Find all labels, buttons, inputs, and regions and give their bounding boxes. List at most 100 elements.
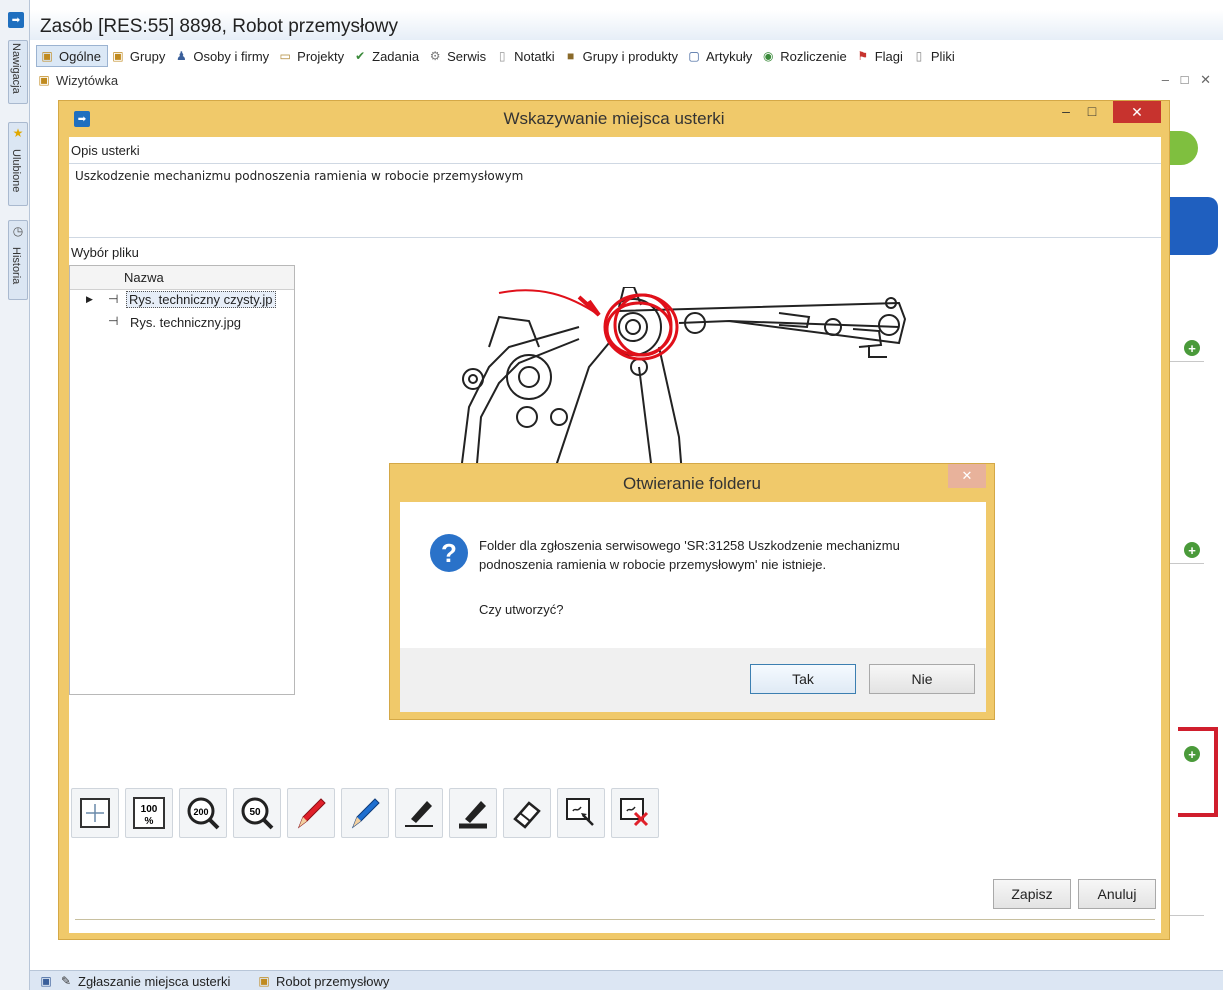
select-area-button[interactable] <box>557 788 605 838</box>
save-button[interactable]: Zapisz <box>993 879 1071 909</box>
maximize-button[interactable]: □ <box>1079 103 1105 123</box>
divider <box>1170 915 1204 916</box>
people-icon: ♟ <box>175 49 187 63</box>
side-navigation-strip: ➡ Nawigacja ★ Ulubione ◷ Historia <box>0 0 30 990</box>
marker-thin-button[interactable] <box>395 788 443 838</box>
tab-label: Grupy i produkty <box>582 48 678 64</box>
dialog-titlebar: ➡ Wskazywanie miejsca usterki – □ ✕ <box>59 101 1169 135</box>
file-icon: ▯ <box>915 49 923 63</box>
question-icon: ? <box>430 534 468 572</box>
current-row-icon: ▶ <box>86 294 93 304</box>
taskbar-item-robot[interactable]: ▣ Robot przemysłowy <box>256 973 389 989</box>
dialog-title: Wskazywanie miejsca usterki <box>503 109 725 128</box>
tab-flagi[interactable]: ⚑ Flagi <box>853 45 909 67</box>
select-area-icon <box>566 798 594 826</box>
divider <box>69 237 1161 238</box>
file-grid[interactable]: Nazwa ▶ ⊣ Rys. techniczny czysty.jp ⊣ Ry… <box>69 265 295 695</box>
subtab-wizytowka[interactable]: ▣ Wizytówka <box>36 72 118 88</box>
pin-icon: ⊣ <box>108 314 119 328</box>
svg-text:%: % <box>145 816 154 827</box>
open-folder-messagebox: Otwieranie folderu ✕ ? Folder dla zgłosz… <box>389 463 995 720</box>
blue-pen-icon <box>351 798 380 829</box>
tab-grupy[interactable]: ▣ Grupy <box>108 45 171 67</box>
status-check-icon <box>1170 131 1198 165</box>
tab-label: Notatki <box>514 48 555 64</box>
opis-textarea[interactable]: Uszkodzenie mechanizmu podnoszenia ramie… <box>75 169 523 183</box>
column-header-nazwa[interactable]: Nazwa <box>124 270 164 285</box>
zoom-100-button[interactable]: 100 % <box>125 788 173 838</box>
fit-to-window-icon <box>80 798 110 828</box>
tab-osoby-i-firmy[interactable]: ♟ Osoby i firmy <box>171 45 275 67</box>
tab-rozliczenie[interactable]: ◉ Rozliczenie <box>758 45 852 67</box>
flag-icon: ⚑ <box>857 49 869 63</box>
tab-label: Zadania <box>372 48 420 64</box>
blue-panel-block <box>1170 197 1218 255</box>
zoom-50-icon: 50 <box>241 797 274 830</box>
tab-artykuly[interactable]: ▢ Artykuły <box>684 45 758 67</box>
opis-label: Opis usterki <box>71 143 140 158</box>
cancel-button[interactable]: Anuluj <box>1078 879 1156 909</box>
clock-icon: ◷ <box>12 224 24 238</box>
divider <box>1170 563 1204 564</box>
tab-label: Flagi <box>874 48 903 64</box>
side-tab-nawigacja[interactable]: Nawigacja <box>8 40 28 104</box>
blue-pen-button[interactable] <box>341 788 389 838</box>
subtab-label: Wizytówka <box>56 72 119 88</box>
pencil-icon: ✎ <box>60 974 72 988</box>
fit-to-window-button[interactable] <box>71 788 119 838</box>
yes-button[interactable]: Tak <box>750 664 856 694</box>
marker-thick-button[interactable] <box>449 788 497 838</box>
close-button[interactable]: ✕ <box>1113 101 1161 123</box>
file-name[interactable]: Rys. techniczny czysty.jp <box>126 291 276 308</box>
no-button[interactable]: Nie <box>869 664 975 694</box>
marker-thin-icon <box>405 801 433 827</box>
tab-label: Ogólne <box>59 48 101 64</box>
divider <box>1170 361 1204 362</box>
tab-ogolne[interactable]: ▣ Ogólne <box>36 45 108 67</box>
minimize-button[interactable]: – <box>1053 103 1079 123</box>
table-row[interactable]: ▶ ⊣ Rys. techniczny czysty.jp <box>70 290 294 312</box>
panel-window-controls[interactable]: – □ ✕ <box>1162 72 1215 88</box>
zoom-200-button[interactable]: 200 <box>179 788 227 838</box>
right-side-panel: + + + <box>1170 95 1223 945</box>
tab-serwis[interactable]: ⚙ Serwis <box>425 45 492 67</box>
wybor-label: Wybór pliku <box>71 245 139 260</box>
billing-icon: ◉ <box>762 49 774 63</box>
tab-notatki[interactable]: ▯ Notatki <box>492 45 560 67</box>
card-icon: ▣ <box>38 73 50 87</box>
tab-label: Pliki <box>930 48 955 64</box>
service-icon: ⚙ <box>429 49 441 63</box>
tab-label: Rozliczenie <box>780 48 847 64</box>
note-icon: ▯ <box>498 49 506 63</box>
file-name[interactable]: Rys. techniczny.jpg <box>130 315 241 330</box>
clear-selection-icon <box>620 798 649 827</box>
side-tab-ulubione[interactable]: ★ Ulubione <box>8 122 28 206</box>
tab-label: Projekty <box>297 48 345 64</box>
tab-zadania[interactable]: ✔ Zadania <box>350 45 425 67</box>
divider <box>69 163 1161 164</box>
nav-arrow-icon[interactable]: ➡ <box>8 12 24 28</box>
folder-icon: ▭ <box>279 49 291 63</box>
tab-pliki[interactable]: ▯ Pliki <box>909 45 961 67</box>
side-tab-historia[interactable]: ◷ Historia <box>8 220 28 300</box>
clear-selection-button[interactable] <box>611 788 659 838</box>
eraser-button[interactable] <box>503 788 551 838</box>
box-icon: ■ <box>566 49 575 63</box>
card-icon: ▣ <box>258 974 270 988</box>
add-icon[interactable]: + <box>1184 340 1200 356</box>
window-icon: ▣ <box>40 974 52 988</box>
app-title: Zasób [RES:55] 8898, Robot przemysłowy <box>40 16 399 37</box>
messagebox-close-button[interactable]: ✕ <box>948 464 986 488</box>
tab-grupy-i-produkty[interactable]: ■ Grupy i produkty <box>561 45 684 67</box>
taskbar-item-zglaszanie[interactable]: ▣ ✎ Zgłaszanie miejsca usterki <box>38 973 230 989</box>
grid-header: Nazwa <box>70 266 294 290</box>
tab-projekty[interactable]: ▭ Projekty <box>275 45 350 67</box>
table-row[interactable]: ⊣ Rys. techniczny.jpg <box>70 312 294 334</box>
red-pen-icon <box>297 798 326 829</box>
side-tab-label: Ulubione <box>10 149 22 193</box>
star-icon: ★ <box>12 126 24 140</box>
add-icon[interactable]: + <box>1184 542 1200 558</box>
red-pen-button[interactable] <box>287 788 335 838</box>
zoom-50-button[interactable]: 50 <box>233 788 281 838</box>
pin-icon: ⊣ <box>108 292 119 306</box>
